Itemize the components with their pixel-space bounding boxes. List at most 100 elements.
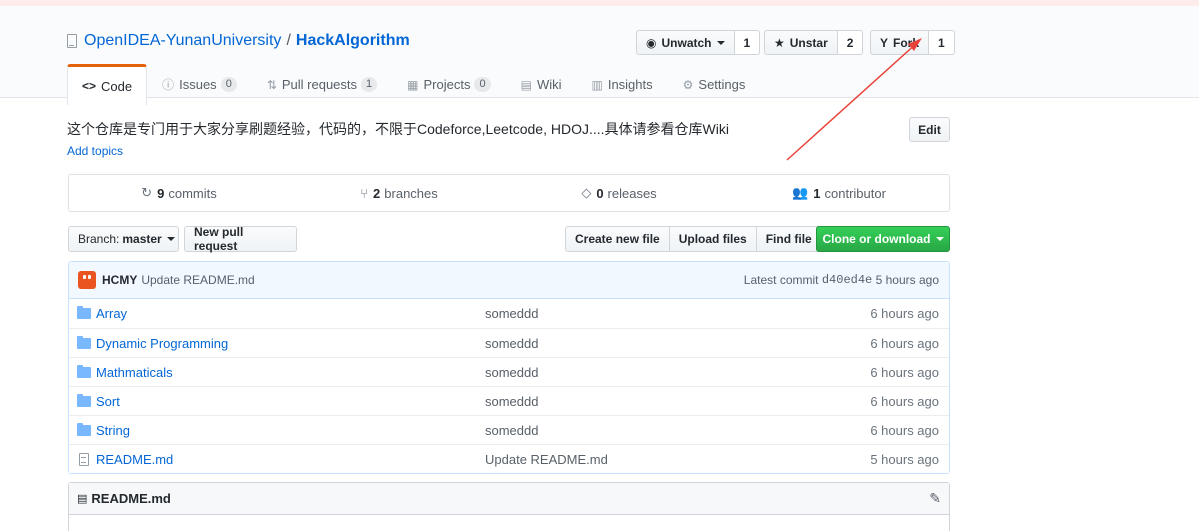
file-age: 6 hours ago — [870, 422, 939, 438]
tab-code[interactable]: <> Code — [67, 64, 148, 105]
repo-description: 这个仓库是专门用于大家分享刷题经验，代码的，不限于Codeforce,Leetc… — [67, 121, 729, 137]
pull-request-icon: ⇅ — [266, 77, 277, 92]
file-name-cell: Mathmaticals — [77, 364, 485, 380]
gear-icon: ⚙ — [682, 77, 694, 92]
commit-author[interactable]: HCMY — [102, 273, 137, 287]
watchers-count[interactable]: 1 — [734, 30, 761, 55]
table-row: Dynamic Programming someddd 6 hours ago — [69, 328, 949, 357]
readme-header: ▤ README.md ✎ — [69, 483, 949, 515]
table-row: Sort someddd 6 hours ago — [69, 386, 949, 415]
contributors-count: 1 — [813, 185, 821, 201]
file-commit-message[interactable]: someddd — [485, 336, 870, 351]
forks-count[interactable]: 1 — [929, 30, 955, 55]
file-commit-message[interactable]: someddd — [485, 306, 870, 321]
file-name-link[interactable]: Mathmaticals — [96, 365, 173, 380]
fork-icon: Y — [880, 35, 889, 50]
pull-requests-counter: 1 — [361, 77, 378, 92]
repo-nav: <> Code ⓘ Issues 0 ⇅ Pull requests 1 ▦ Project… — [67, 64, 761, 105]
chevron-down-icon — [935, 237, 944, 241]
new-pull-request-button[interactable]: New pull request — [184, 225, 297, 253]
tab-issues[interactable]: ⓘ Issues 0 — [147, 64, 252, 104]
releases-label: releases — [607, 185, 657, 201]
table-row: Mathmaticals someddd 6 hours ago — [69, 357, 949, 386]
fork-group: Y Fork 1 — [870, 30, 955, 55]
pencil-icon[interactable]: ✎ — [929, 490, 941, 507]
folder-icon — [77, 393, 91, 407]
unwatch-label: Unwatch — [661, 35, 712, 50]
commits-link[interactable]: ↻ 9 commits — [69, 175, 289, 211]
unstar-label: Unstar — [789, 35, 828, 50]
tab-pull-requests[interactable]: ⇅ Pull requests 1 — [252, 64, 392, 104]
file-name-link[interactable]: README.md — [96, 452, 173, 467]
add-topics-link[interactable]: Add topics — [67, 144, 123, 158]
repo-separator: / — [286, 32, 291, 49]
readme-box: ▤ README.md ✎ — [68, 482, 950, 531]
avatar[interactable] — [78, 271, 96, 289]
repo-name-link[interactable]: HackAlgorithm — [296, 32, 410, 50]
branch-icon: ⑂ — [360, 185, 369, 201]
file-actions-group: Create new file Upload files Find file — [565, 226, 822, 252]
file-name-link[interactable]: Dynamic Programming — [96, 336, 228, 351]
branch-name: master — [122, 232, 162, 246]
file-commit-message[interactable]: someddd — [485, 394, 870, 409]
clone-download-button[interactable]: Clone or download — [816, 226, 950, 252]
create-new-file-button[interactable]: Create new file — [565, 226, 670, 252]
projects-counter: 0 — [474, 77, 491, 92]
wiki-icon: ▤ — [520, 77, 532, 92]
star-group: ★ Unstar 2 — [764, 30, 864, 55]
find-file-button[interactable]: Find file — [755, 226, 822, 252]
branch-select-button[interactable]: Branch: master — [68, 226, 179, 252]
file-commit-message[interactable]: someddd — [485, 365, 870, 380]
commit-message[interactable]: Update README.md — [141, 273, 254, 287]
star-icon: ★ — [774, 35, 785, 50]
fork-button[interactable]: Y Fork — [870, 30, 930, 55]
file-name-link[interactable]: Array — [96, 306, 127, 321]
book-icon: ▤ — [77, 493, 88, 505]
file-name-cell: Array — [77, 306, 485, 321]
file-name-cell: Dynamic Programming — [77, 335, 485, 351]
contributors-link[interactable]: 👥 1 contributor — [729, 175, 949, 211]
table-row: README.md Update README.md 5 hours ago — [69, 444, 949, 473]
folder-icon — [77, 306, 91, 319]
table-row: String someddd 6 hours ago — [69, 415, 949, 444]
issues-counter: 0 — [220, 77, 237, 92]
unstar-button[interactable]: ★ Unstar — [764, 30, 838, 55]
tab-code-label: Code — [101, 78, 133, 94]
tab-settings-label: Settings — [698, 77, 746, 92]
tab-insights[interactable]: ▥ Insights — [576, 64, 667, 104]
tab-projects[interactable]: ▦ Projects 0 — [392, 64, 505, 104]
releases-link[interactable]: ◇ 0 releases — [509, 175, 729, 211]
chevron-down-icon — [166, 237, 175, 241]
repo-header: OpenIDEA-YunanUniversity / HackAlgorithm… — [0, 6, 1199, 105]
stargazers-count[interactable]: 2 — [837, 30, 864, 55]
file-commit-message[interactable]: Update README.md — [485, 452, 870, 467]
project-icon: ▦ — [407, 77, 419, 92]
tab-projects-label: Projects — [423, 77, 471, 92]
tab-wiki-label: Wiki — [536, 77, 562, 92]
file-name-link[interactable]: Sort — [96, 394, 120, 409]
repo-owner-link[interactable]: OpenIDEA-YunanUniversity — [84, 32, 281, 50]
tab-wiki[interactable]: ▤ Wiki — [506, 64, 577, 104]
file-name-cell: Sort — [77, 393, 485, 409]
commit-sha[interactable]: d40ed4e — [822, 273, 872, 287]
file-name-link[interactable]: String — [96, 423, 130, 438]
code-icon: <> — [82, 79, 97, 93]
branches-link[interactable]: ⑂ 2 branches — [289, 175, 509, 211]
folder-icon — [77, 422, 91, 436]
upload-files-button[interactable]: Upload files — [668, 226, 757, 252]
graph-icon: ▥ — [591, 77, 603, 92]
file-commit-message[interactable]: someddd — [485, 423, 870, 438]
file-age: 6 hours ago — [870, 306, 939, 321]
tab-settings[interactable]: ⚙ Settings — [668, 64, 761, 104]
edit-description-button[interactable]: Edit — [909, 117, 950, 142]
history-icon: ↻ — [141, 185, 153, 200]
branches-label: branches — [384, 185, 438, 201]
chevron-down-icon — [716, 40, 725, 45]
file-rows: Array someddd 6 hours ago Dynamic Programmi… — [69, 299, 949, 473]
issue-icon: ⓘ — [162, 78, 175, 92]
releases-count: 0 — [596, 185, 604, 201]
table-row: Array someddd 6 hours ago — [69, 299, 949, 328]
unwatch-button[interactable]: ◉ Unwatch — [636, 30, 735, 55]
eye-icon: ◉ — [646, 35, 657, 50]
fork-label: Fork — [893, 35, 920, 50]
